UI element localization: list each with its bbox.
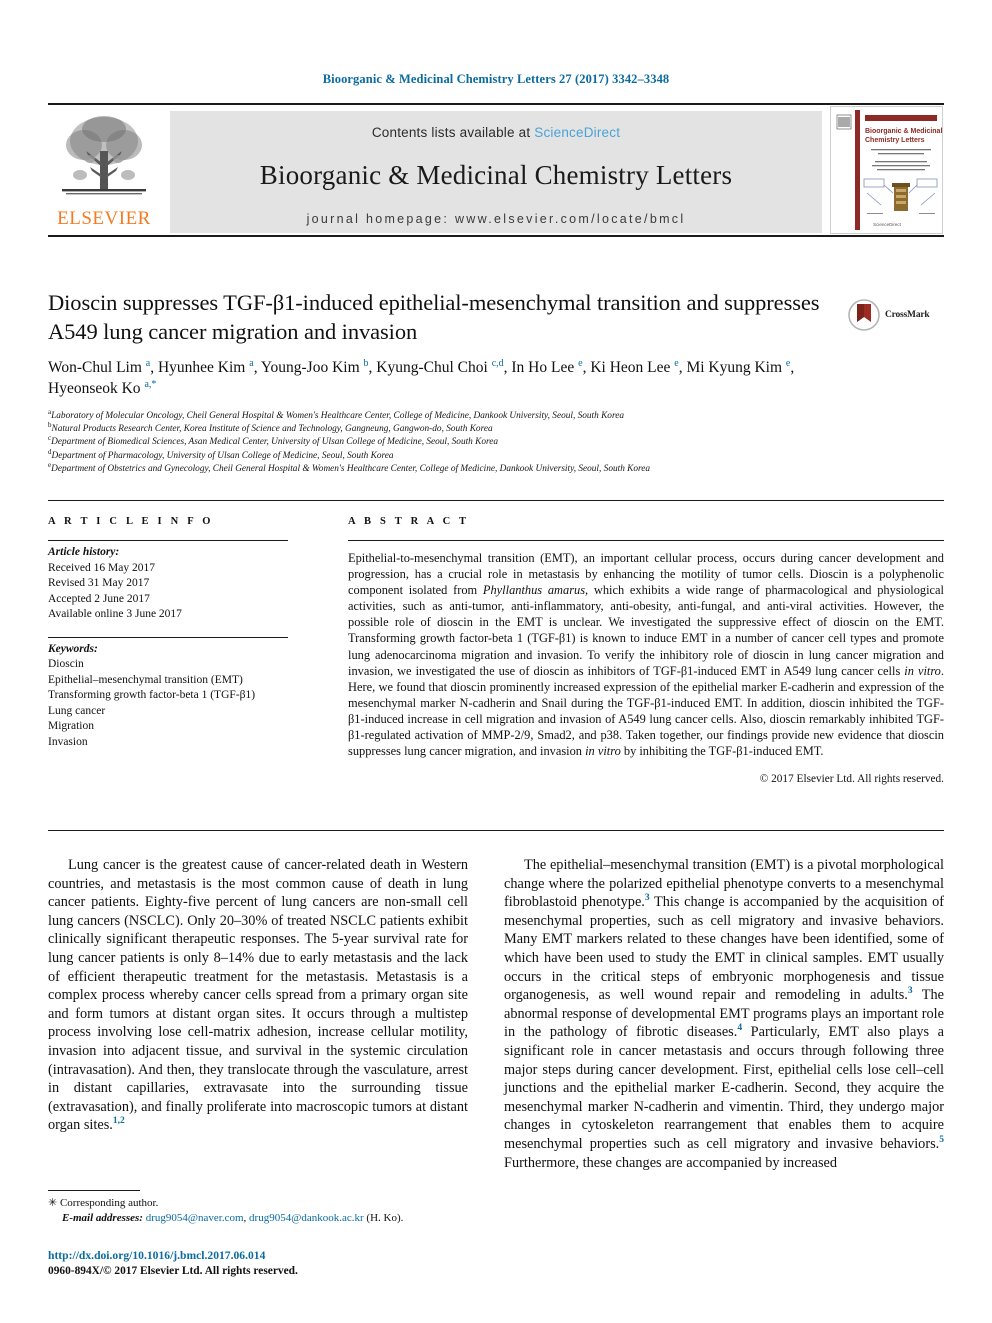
article-info-heading: A R T I C L E I N F O: [48, 516, 214, 527]
journal-banner: Contents lists available at ScienceDirec…: [170, 111, 822, 233]
journal-article-page: Bioorganic & Medicinal Chemistry Letters…: [0, 0, 992, 1323]
contents-prefix: Contents lists available at: [371, 125, 535, 140]
crossmark-badge[interactable]: CrossMark: [848, 296, 946, 334]
article-history-item: Received 16 May 2017: [48, 561, 155, 574]
article-history-label: Article history:: [48, 546, 120, 558]
article-history-rule: [48, 540, 288, 541]
corresponding-author-line: ✳ Corresponding author.: [48, 1196, 468, 1211]
svg-text:Bioorganic & Medicinal: Bioorganic & Medicinal: [865, 128, 942, 135]
corresponding-author-text: Corresponding author.: [59, 1197, 159, 1209]
keyword-item: Lung cancer: [48, 704, 106, 717]
email-link-primary[interactable]: drug9054@naver.com: [146, 1212, 244, 1224]
keyword-item: Dioscin: [48, 658, 84, 670]
svg-text:Chemistry Letters: Chemistry Letters: [865, 137, 925, 144]
author-list: Won-Chul Lim a, Hyunhee Kim a, Young-Joo…: [48, 357, 795, 397]
footnote-rule: [48, 1190, 140, 1191]
body-paragraph-emt: The epithelial–mesenchymal transition (E…: [504, 857, 944, 1171]
keywords-label: Keywords:: [48, 642, 98, 655]
email-label: E-mail addresses:: [62, 1212, 143, 1224]
crossmark-label: CrossMark: [885, 310, 930, 320]
journal-cover-thumbnail: Bioorganic & Medicinal Chemistry Letters: [830, 106, 943, 234]
contents-lists-line: Contents lists available at ScienceDirec…: [170, 111, 822, 140]
affiliation-d: dDepartment of Pharmacology, University …: [48, 447, 394, 461]
keywords-list: Dioscin Epithelial–mesenchymal transition…: [48, 657, 288, 750]
elsevier-tree-icon: [62, 116, 146, 195]
running-head: Bioorganic & Medicinal Chemistry Letters…: [322, 72, 670, 86]
crossmark-icon: [848, 299, 880, 331]
article-history-item: Accepted 2 June 2017: [48, 592, 150, 605]
abstract-text: Epithelial-to-mesenchymal transition (EM…: [348, 551, 944, 759]
journal-masthead: ELSEVIER Contents lists available at Sci…: [48, 103, 944, 237]
title-block: Dioscin suppresses TGF-β1-induced epithe…: [48, 288, 838, 346]
affiliation-e: eDepartment of Obstetrics and Gynecology…: [48, 460, 651, 474]
issn-copyright-line: 0960-894X/© 2017 Elsevier Ltd. All right…: [48, 1264, 298, 1277]
keywords-rule: [48, 636, 288, 638]
article-history-item: Revised 31 May 2017: [48, 577, 150, 589]
info-band-bottom-rule: [48, 830, 944, 831]
abstract-copyright: © 2017 Elsevier Ltd. All rights reserved…: [759, 773, 944, 786]
journal-cover-image: Bioorganic & Medicinal Chemistry Letters: [831, 107, 942, 233]
journal-homepage-link[interactable]: journal homepage: www.elsevier.com/locat…: [170, 191, 822, 226]
body-paragraph-intro: Lung cancer is the greatest cause of can…: [48, 857, 468, 1134]
asterisk-icon: ✳: [48, 1197, 58, 1209]
elsevier-wordmark: ELSEVIER: [57, 208, 151, 229]
keyword-item: Epithelial–mesenchymal transition (EMT): [48, 673, 243, 686]
keyword-item: Invasion: [48, 735, 88, 748]
abstract-column: Epithelial-to-mesenchymal transition (EM…: [348, 540, 944, 785]
affiliation-list: aLaboratory of Molecular Oncology, Cheil…: [48, 407, 948, 476]
doi-link[interactable]: http://dx.doi.org/10.1016/j.bmcl.2017.06…: [48, 1248, 528, 1264]
sciencedirect-link[interactable]: ScienceDirect: [534, 125, 620, 140]
article-info-column: Article history: Received 16 May 2017 Rev…: [48, 540, 288, 750]
article-history-item: Available online 3 June 2017: [48, 608, 182, 620]
abstract-heading: A B S T R A C T: [348, 516, 470, 527]
elsevier-logo: ELSEVIER: [48, 111, 160, 233]
affiliation-b: bNatural Products Research Center, Korea…: [48, 421, 493, 435]
keyword-item: Migration: [48, 720, 94, 732]
svg-text:ScienceDirect: ScienceDirect: [873, 222, 902, 227]
footnote-block: ✳ Corresponding author. E-mail addresses…: [48, 1196, 468, 1226]
doi-block: http://dx.doi.org/10.1016/j.bmcl.2017.06…: [48, 1248, 528, 1279]
email-suffix: (H. Ko).: [363, 1212, 404, 1224]
email-line: E-mail addresses: drug9054@naver.com, dr…: [48, 1211, 468, 1226]
affiliation-a: aLaboratory of Molecular Oncology, Cheil…: [48, 407, 624, 421]
body-column-left: Lung cancer is the greatest cause of can…: [48, 856, 468, 1135]
page-title: Dioscin suppresses TGF-β1-induced epithe…: [48, 290, 820, 344]
journal-title: Bioorganic & Medicinal Chemistry Letters: [259, 160, 733, 190]
keyword-item: Transforming growth factor-beta 1 (TGF-β…: [48, 689, 256, 701]
affiliation-c: cDepartment of Biomedical Sciences, Asan…: [48, 434, 499, 448]
masthead-bottom-rule: [48, 235, 944, 237]
email-link-secondary[interactable]: drug9054@dankook.ac.kr: [249, 1212, 364, 1224]
body-column-right: The epithelial–mesenchymal transition (E…: [504, 856, 944, 1172]
abstract-rule: [348, 540, 944, 541]
article-history-list: Received 16 May 2017 Revised 31 May 2017 A…: [48, 561, 288, 623]
info-band-top-rule: [48, 500, 944, 501]
